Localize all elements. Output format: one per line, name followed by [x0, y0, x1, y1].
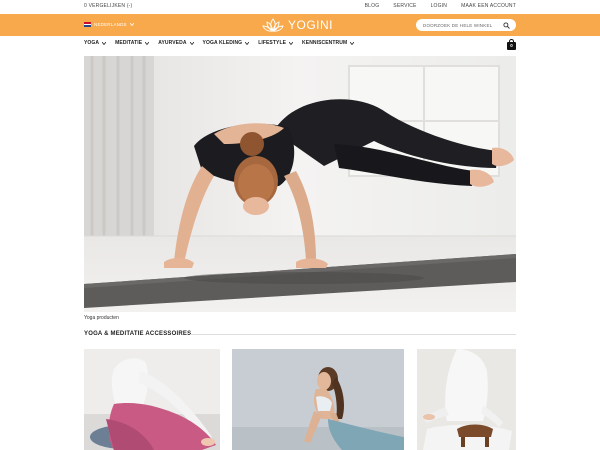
compare-link[interactable]: 0 VERGELIJKEN (-) [84, 3, 132, 9]
search-icon[interactable] [503, 21, 510, 29]
nav-label: YOGA [84, 40, 100, 46]
product-card-image[interactable] [417, 349, 516, 450]
service-link[interactable]: SERVICE [393, 3, 416, 9]
hero-caption: Yoga producten [84, 315, 119, 321]
product-card-image[interactable] [232, 349, 404, 450]
chevron-down-icon [350, 41, 355, 45]
nav-item-meditatie[interactable]: MEDITATIE [115, 40, 150, 46]
create-account-link[interactable]: MAAK EEN ACCOUNT [461, 3, 516, 9]
search-placeholder: DOORZOEK DE HELE WINKEL [423, 22, 493, 28]
product-photo-meditation-bench [417, 349, 516, 450]
logo-text: YOGINI [288, 18, 334, 32]
chevron-down-icon [289, 41, 294, 45]
main-nav: YOGA MEDITATIE AYURVEDA YOGA KLEDING LIF… [84, 40, 355, 46]
product-card-image[interactable] [84, 349, 220, 450]
product-photo-yoga-pose [232, 349, 404, 450]
site-header: NEDERLANDS YOGINI DOORZOEK DE HELE WINKE… [0, 14, 600, 36]
nav-item-lifestyle[interactable]: LIFESTYLE [258, 40, 294, 46]
nav-label: KENNISCENTRUM [302, 40, 348, 46]
hero-yoga-photo [84, 56, 516, 312]
chevron-down-icon [189, 41, 194, 45]
hero-banner[interactable] [84, 56, 516, 312]
nav-label: LIFESTYLE [258, 40, 287, 46]
nav-label: YOGA KLEDING [202, 40, 243, 46]
utility-bar: 0 VERGELIJKEN (-) BLOG SERVICE LOGIN MAA… [0, 0, 600, 14]
dutch-flag-icon [84, 22, 91, 28]
utility-links: BLOG SERVICE LOGIN MAAK EEN ACCOUNT [365, 3, 516, 9]
search-input[interactable]: DOORZOEK DE HELE WINKEL [416, 19, 516, 31]
chevron-down-icon [145, 41, 150, 45]
nav-label: AYURVEDA [158, 40, 187, 46]
nav-item-yoga-kleding[interactable]: YOGA KLEDING [203, 40, 250, 46]
nav-item-yoga[interactable]: YOGA [84, 40, 107, 46]
section-title: YOGA & MEDITATIE ACCESSOIRES [84, 331, 192, 337]
chevron-down-icon [129, 23, 134, 26]
login-link[interactable]: LOGIN [431, 3, 448, 9]
site-logo[interactable]: YOGINI [262, 16, 333, 34]
section-divider [190, 334, 516, 335]
blog-link[interactable]: BLOG [365, 3, 380, 9]
language-switcher[interactable]: NEDERLANDS [84, 22, 134, 28]
nav-label: MEDITATIE [115, 40, 143, 46]
product-photo-meditation-cushion [84, 349, 220, 450]
page: 0 VERGELIJKEN (-) BLOG SERVICE LOGIN MAA… [0, 0, 600, 450]
language-label: NEDERLANDS [94, 22, 127, 27]
chevron-down-icon [245, 41, 250, 45]
cart-count: 0 [510, 43, 513, 48]
nav-item-kenniscentrum[interactable]: KENNISCENTRUM [302, 40, 355, 46]
lotus-logo-icon [262, 18, 284, 32]
cart-button[interactable]: 0 [507, 39, 516, 50]
nav-item-ayurveda[interactable]: AYURVEDA [158, 40, 194, 46]
chevron-down-icon [102, 41, 107, 45]
